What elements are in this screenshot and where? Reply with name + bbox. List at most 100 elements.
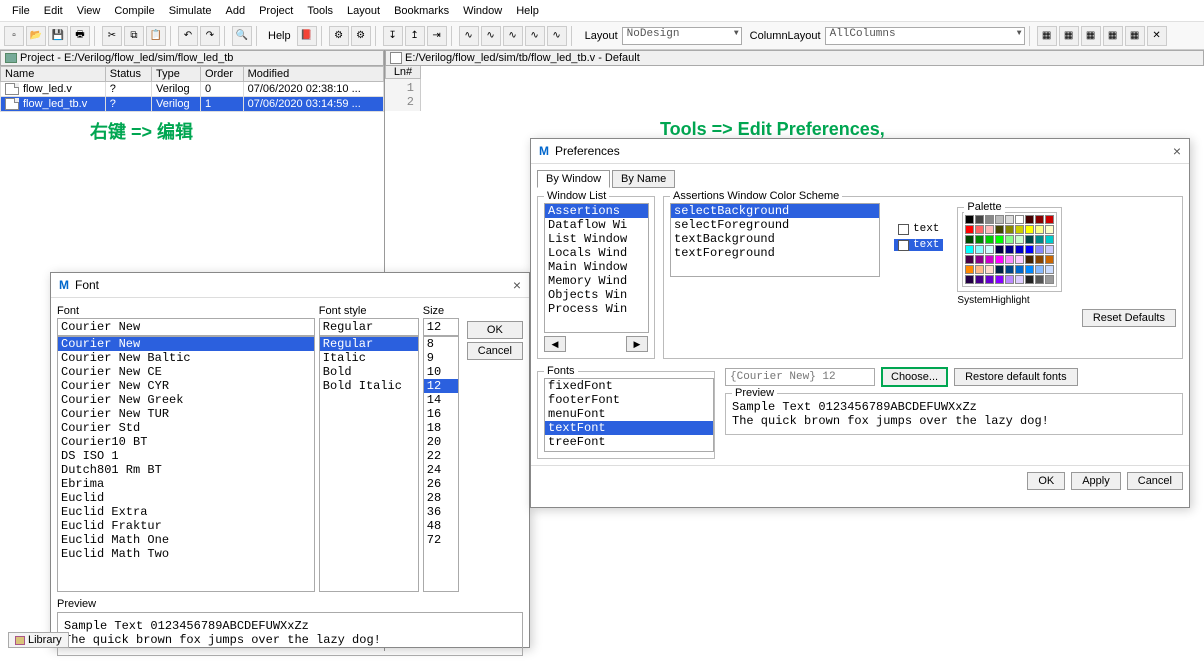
list-item[interactable]: Dutch801 Rm BT bbox=[58, 463, 314, 477]
font-input[interactable] bbox=[57, 318, 315, 336]
palette-swatch[interactable] bbox=[995, 215, 1004, 224]
find-icon[interactable]: 🔍 bbox=[232, 26, 252, 46]
reset-defaults-button[interactable]: Reset Defaults bbox=[1082, 309, 1176, 327]
palette-swatch[interactable] bbox=[1035, 265, 1044, 274]
menu-help[interactable]: Help bbox=[510, 3, 545, 19]
palette-swatch[interactable] bbox=[975, 255, 984, 264]
list-item[interactable]: textForeground bbox=[671, 246, 879, 260]
list-item[interactable]: Dataflow Wi bbox=[545, 218, 648, 232]
wave2-icon[interactable]: ∿ bbox=[481, 26, 501, 46]
palette-swatch[interactable] bbox=[1025, 215, 1034, 224]
cut-icon[interactable]: ✂ bbox=[102, 26, 122, 46]
menu-compile[interactable]: Compile bbox=[108, 3, 160, 19]
color-list[interactable]: selectBackgroundselectForegroundtextBack… bbox=[670, 203, 880, 277]
palette-swatch[interactable] bbox=[1035, 275, 1044, 284]
list-item[interactable]: 24 bbox=[424, 463, 458, 477]
wave3-icon[interactable]: ∿ bbox=[503, 26, 523, 46]
list-item[interactable]: 72 bbox=[424, 533, 458, 547]
palette-swatch[interactable] bbox=[965, 225, 974, 234]
list-item[interactable]: menuFont bbox=[545, 407, 713, 421]
palette-swatch[interactable] bbox=[985, 255, 994, 264]
list-item[interactable]: 16 bbox=[424, 407, 458, 421]
list-item[interactable]: DS ISO 1 bbox=[58, 449, 314, 463]
palette-swatch[interactable] bbox=[1035, 245, 1044, 254]
palette-swatch[interactable] bbox=[1015, 215, 1024, 224]
ok-button[interactable]: OK bbox=[1027, 472, 1065, 490]
palette-swatch[interactable] bbox=[1015, 235, 1024, 244]
list-item[interactable]: 48 bbox=[424, 519, 458, 533]
palette-swatch[interactable] bbox=[985, 265, 994, 274]
list-item[interactable]: 26 bbox=[424, 477, 458, 491]
col-order[interactable]: Order bbox=[200, 67, 243, 82]
scroll-right-icon[interactable]: ▶ bbox=[626, 336, 648, 352]
list-item[interactable]: Regular bbox=[320, 337, 418, 351]
close-icon[interactable]: × bbox=[1173, 143, 1181, 159]
list-item[interactable]: 14 bbox=[424, 393, 458, 407]
menu-layout[interactable]: Layout bbox=[341, 3, 386, 19]
list-item[interactable]: 20 bbox=[424, 435, 458, 449]
palette-swatch[interactable] bbox=[965, 215, 974, 224]
list-item[interactable]: Courier New Greek bbox=[58, 393, 314, 407]
tab-by-window[interactable]: By Window bbox=[537, 170, 610, 188]
list-item[interactable]: footerFont bbox=[545, 393, 713, 407]
project-row[interactable]: flow_led.v?Verilog007/06/2020 02:38:10 .… bbox=[1, 82, 384, 97]
palette-swatch[interactable] bbox=[1005, 225, 1014, 234]
palette-swatch[interactable] bbox=[1045, 245, 1054, 254]
menu-project[interactable]: Project bbox=[253, 3, 299, 19]
step2-icon[interactable]: ↥ bbox=[405, 26, 425, 46]
size-input[interactable] bbox=[423, 318, 459, 336]
menu-window[interactable]: Window bbox=[457, 3, 508, 19]
col-name[interactable]: Name bbox=[1, 67, 106, 82]
palette-swatch[interactable] bbox=[1035, 215, 1044, 224]
palette-swatch[interactable] bbox=[1045, 235, 1054, 244]
palette-swatch[interactable] bbox=[1005, 245, 1014, 254]
menu-file[interactable]: File bbox=[6, 3, 36, 19]
grid5-icon[interactable]: ▦ bbox=[1125, 26, 1145, 46]
palette-swatch[interactable] bbox=[965, 235, 974, 244]
list-item[interactable]: Memory Wind bbox=[545, 274, 648, 288]
copy-icon[interactable]: ⧉ bbox=[124, 26, 144, 46]
list-item[interactable]: Main Window bbox=[545, 260, 648, 274]
list-item[interactable]: 12 bbox=[424, 379, 458, 393]
list-item[interactable]: 36 bbox=[424, 505, 458, 519]
wave1-icon[interactable]: ∿ bbox=[459, 26, 479, 46]
palette-swatch[interactable] bbox=[995, 245, 1004, 254]
palette-swatch[interactable] bbox=[1015, 275, 1024, 284]
cancel-button[interactable]: Cancel bbox=[1127, 472, 1183, 490]
palette-swatch[interactable] bbox=[975, 235, 984, 244]
list-item[interactable]: Euclid Math One bbox=[58, 533, 314, 547]
project-row[interactable]: flow_led_tb.v?Verilog107/06/2020 03:14:5… bbox=[1, 97, 384, 112]
list-item[interactable]: Courier New Baltic bbox=[58, 351, 314, 365]
palette-swatch[interactable] bbox=[985, 275, 994, 284]
tool-icon[interactable]: ⚙ bbox=[329, 26, 349, 46]
layout-combo[interactable]: NoDesign bbox=[622, 27, 742, 45]
palette-swatch[interactable] bbox=[1045, 215, 1054, 224]
list-item[interactable]: Courier New bbox=[58, 337, 314, 351]
grid1-icon[interactable]: ▦ bbox=[1037, 26, 1057, 46]
palette-swatch[interactable] bbox=[995, 265, 1004, 274]
palette-swatch[interactable] bbox=[985, 235, 994, 244]
open-icon[interactable]: 📂 bbox=[26, 26, 46, 46]
library-tab[interactable]: Library bbox=[8, 632, 69, 648]
palette-swatch[interactable] bbox=[1015, 245, 1024, 254]
list-item[interactable]: Process Win bbox=[545, 302, 648, 316]
step-icon[interactable]: ↧ bbox=[383, 26, 403, 46]
list-item[interactable]: fixedFont bbox=[545, 379, 713, 393]
menu-view[interactable]: View bbox=[71, 3, 107, 19]
palette-swatch[interactable] bbox=[1025, 245, 1034, 254]
palette-swatch[interactable] bbox=[965, 265, 974, 274]
grid2-icon[interactable]: ▦ bbox=[1059, 26, 1079, 46]
palette-swatch[interactable] bbox=[1015, 255, 1024, 264]
style-list[interactable]: RegularItalicBoldBold Italic bbox=[319, 336, 419, 592]
palette-swatch[interactable] bbox=[1025, 275, 1034, 284]
palette-swatch[interactable] bbox=[1035, 255, 1044, 264]
tab-by-name[interactable]: By Name bbox=[612, 170, 675, 188]
list-item[interactable]: 8 bbox=[424, 337, 458, 351]
list-item[interactable]: Objects Win bbox=[545, 288, 648, 302]
palette-swatch[interactable] bbox=[975, 275, 984, 284]
col-type[interactable]: Type bbox=[151, 67, 200, 82]
list-item[interactable]: List Window bbox=[545, 232, 648, 246]
cancel-button[interactable]: Cancel bbox=[467, 342, 523, 360]
palette-swatch[interactable] bbox=[975, 225, 984, 234]
palette-swatch[interactable] bbox=[1025, 255, 1034, 264]
